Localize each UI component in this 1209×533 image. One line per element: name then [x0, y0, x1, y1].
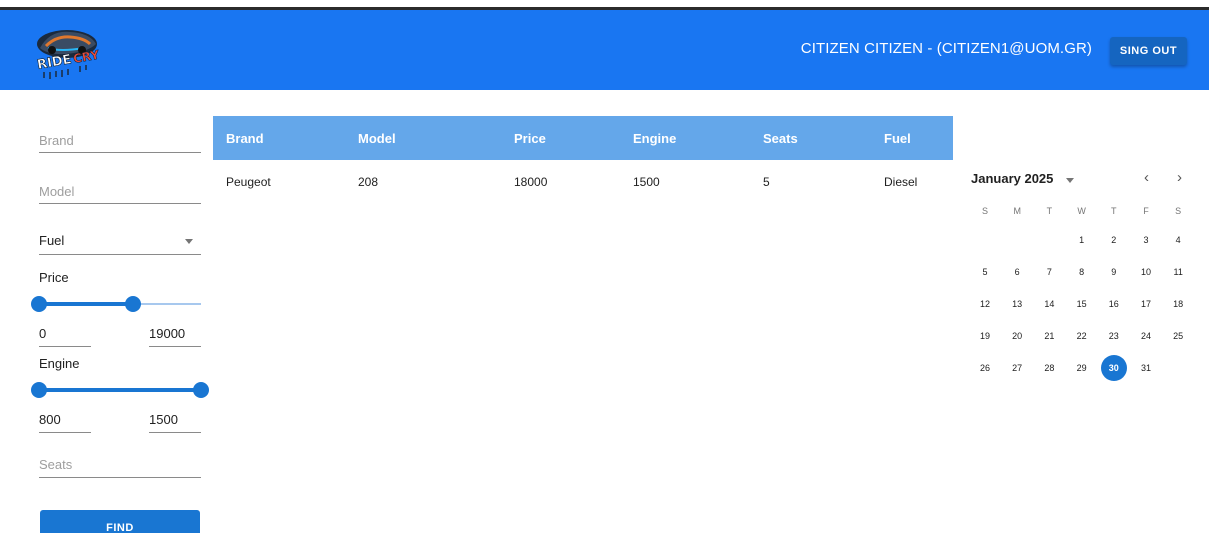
calendar-day[interactable]: 1: [1069, 227, 1095, 253]
cell-model: 208: [358, 175, 379, 189]
calendar-day[interactable]: 23: [1101, 323, 1127, 349]
window-top-strip: [0, 0, 1209, 10]
calendar-day[interactable]: 17: [1133, 291, 1159, 317]
calendar-day[interactable]: 24: [1133, 323, 1159, 349]
column-header-fuel[interactable]: Fuel: [884, 131, 911, 146]
price-min-input[interactable]: 0: [39, 326, 91, 347]
calendar-day[interactable]: 15: [1069, 291, 1095, 317]
user-label: CITIZEN CITIZEN - (CITIZEN1@UOM.GR): [800, 40, 1092, 57]
calendar-weekday: S: [1175, 206, 1182, 216]
table-header: Brand Model Price Engine Seats Fuel: [213, 116, 953, 160]
calendar-header: January 2025 ‹ ›: [970, 165, 1200, 193]
calendar-day[interactable]: 6: [1004, 259, 1030, 285]
seats-placeholder: Seats: [39, 457, 73, 472]
calendar-day[interactable]: 16: [1101, 291, 1127, 317]
price-slider-track: [39, 302, 133, 306]
ride-cry-logo[interactable]: RIDE CRY: [30, 22, 104, 80]
engine-slider-max-thumb[interactable]: [193, 382, 209, 398]
calendar-day[interactable]: 10: [1133, 259, 1159, 285]
cell-engine: 1500: [633, 175, 660, 189]
calendar-weekday: S: [981, 206, 988, 216]
calendar-day[interactable]: 12: [972, 291, 998, 317]
caret-down-icon[interactable]: [1066, 178, 1074, 183]
price-label: Price: [39, 270, 69, 285]
app-bar: RIDE CRY CITIZEN CITIZEN - (CITIZEN1@UOM…: [0, 10, 1209, 90]
chevron-left-icon[interactable]: ‹: [1144, 169, 1149, 186]
calendar-day[interactable]: 5: [972, 259, 998, 285]
calendar-day[interactable]: 28: [1036, 355, 1062, 381]
calendar-weekday: T: [1111, 206, 1117, 216]
engine-slider-track: [39, 388, 201, 392]
calendar-day[interactable]: 21: [1036, 323, 1062, 349]
calendar-month-label[interactable]: January 2025: [971, 171, 1053, 186]
engine-label: Engine: [39, 356, 80, 371]
engine-max-input[interactable]: 1500: [149, 412, 201, 433]
fuel-select-label: Fuel: [39, 233, 65, 248]
calendar-weekday: W: [1077, 206, 1086, 216]
calendar-weekday: M: [1013, 206, 1021, 216]
calendar-day[interactable]: 31: [1133, 355, 1159, 381]
calendar-day[interactable]: 13: [1004, 291, 1030, 317]
column-header-price[interactable]: Price: [514, 131, 546, 146]
calendar-day[interactable]: 8: [1069, 259, 1095, 285]
fuel-select[interactable]: Fuel: [39, 233, 201, 255]
calendar-day[interactable]: 4: [1165, 227, 1191, 253]
signout-button[interactable]: SING OUT: [1110, 37, 1187, 65]
calendar-day[interactable]: 2: [1101, 227, 1127, 253]
brand-input[interactable]: Brand: [39, 133, 201, 153]
table-row[interactable]: Peugeot 208 18000 1500 5 Diesel: [213, 160, 953, 204]
calendar-day[interactable]: 3: [1133, 227, 1159, 253]
cell-brand: Peugeot: [226, 175, 271, 189]
caret-down-icon: [185, 239, 193, 244]
date-calendar: January 2025 ‹ › S M T W T F S 1 2 3 4 5 6 7 8 9 10 11 12 1…: [970, 165, 1200, 381]
engine-min-input[interactable]: 800: [39, 412, 91, 433]
calendar-day[interactable]: 11: [1165, 259, 1191, 285]
calendar-day[interactable]: 7: [1036, 259, 1062, 285]
calendar-weekday: F: [1143, 206, 1149, 216]
price-slider-max-thumb[interactable]: [124, 296, 141, 312]
results-table: Brand Model Price Engine Seats Fuel Peug…: [213, 116, 953, 204]
svg-text:RIDE: RIDE: [36, 52, 73, 73]
seats-input[interactable]: Seats: [39, 457, 201, 478]
find-button[interactable]: FIND: [40, 510, 200, 533]
brand-placeholder: Brand: [39, 133, 74, 148]
calendar-weekday: T: [1046, 206, 1053, 216]
column-header-brand[interactable]: Brand: [226, 131, 264, 146]
calendar-day[interactable]: 19: [972, 323, 998, 349]
cell-price: 18000: [514, 175, 548, 189]
model-placeholder: Model: [39, 184, 75, 199]
calendar-day[interactable]: 18: [1165, 291, 1191, 317]
price-max-input[interactable]: 19000: [149, 326, 201, 347]
price-slider[interactable]: [31, 296, 201, 312]
column-header-model[interactable]: Model: [358, 131, 396, 146]
model-input[interactable]: Model: [39, 184, 201, 204]
calendar-day[interactable]: 14: [1036, 291, 1062, 317]
calendar-day[interactable]: 22: [1069, 323, 1095, 349]
calendar-day[interactable]: 29: [1069, 355, 1095, 381]
engine-slider-min-thumb[interactable]: [31, 382, 47, 398]
column-header-engine[interactable]: Engine: [633, 131, 676, 146]
calendar-day[interactable]: 9: [1101, 259, 1127, 285]
calendar-day[interactable]: 27: [1004, 355, 1030, 381]
calendar-day-selected[interactable]: 30: [1100, 355, 1127, 381]
price-slider-min-thumb[interactable]: [31, 296, 47, 312]
cell-seats: 5: [763, 175, 770, 189]
chevron-right-icon[interactable]: ›: [1177, 169, 1182, 186]
calendar-day[interactable]: 20: [1004, 323, 1030, 349]
calendar-day[interactable]: 26: [972, 355, 998, 381]
column-header-seats[interactable]: Seats: [763, 131, 798, 146]
engine-slider[interactable]: [31, 382, 209, 398]
cell-fuel: Diesel: [884, 175, 918, 189]
calendar-day[interactable]: 25: [1165, 323, 1191, 349]
